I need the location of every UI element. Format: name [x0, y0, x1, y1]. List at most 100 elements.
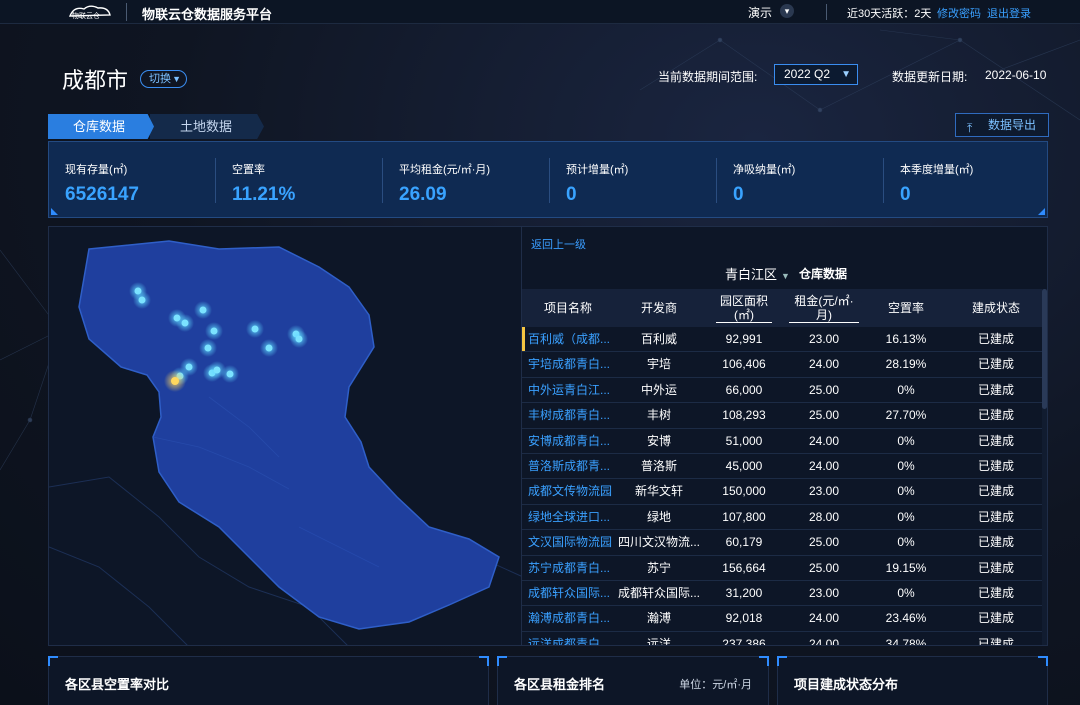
map-pin-icon[interactable]	[260, 339, 278, 357]
corner-decoration	[51, 208, 58, 215]
table-row[interactable]: 宇培成都青白... 宇培 106,406 24.00 28.19% 已建成	[522, 352, 1044, 378]
chevron-down-icon: ▼	[172, 74, 181, 84]
col-project-name[interactable]: 项目名称	[522, 289, 614, 327]
map-pin-icon[interactable]	[199, 339, 217, 357]
cell-build-status: 已建成	[977, 332, 1014, 346]
card-unit: 单位：元/㎡·月	[679, 679, 752, 691]
district-select[interactable]: 青白江区 ▼	[725, 264, 790, 283]
cell-project-name[interactable]: 绿地全球进口...	[522, 505, 614, 530]
update-date-label: 数据更新日期:	[892, 70, 968, 84]
cell-build-status: 已建成	[977, 433, 1014, 448]
col-vacancy[interactable]: 空置率	[864, 289, 948, 327]
logo[interactable]: 物联云仓	[66, 3, 114, 21]
col-developer[interactable]: 开发商	[614, 289, 704, 327]
cell-project-name[interactable]: 丰树成都青白...	[522, 403, 614, 428]
divider	[826, 4, 827, 20]
change-password-link[interactable]: 修改密码	[937, 5, 981, 21]
cell-build-status: 已建成	[977, 585, 1014, 600]
table-row[interactable]: 百利威（成都... 百利威 92,991 23.00 16.13% 已建成	[522, 327, 1044, 353]
cell-park-area: 51,000	[725, 433, 763, 448]
table-row[interactable]: 中外运青白江... 中外运 66,000 25.00 0% 已建成	[522, 377, 1044, 404]
city-title: 成都市	[62, 68, 129, 93]
map-pin-icon[interactable]	[194, 301, 212, 319]
col-park-area[interactable]: 园区面积(㎡)	[704, 289, 784, 327]
cell-developer: 四川文汉物流...	[617, 535, 700, 550]
map-pin-icon[interactable]	[290, 330, 308, 348]
col-rent[interactable]: 租金(元/㎡·月)	[784, 289, 864, 327]
cell-build-status: 已建成	[977, 408, 1014, 423]
cell-park-area: 150,000	[722, 484, 766, 499]
period-label: 当前数据期间范围:	[658, 70, 758, 84]
update-date-value: 2022-06-10	[985, 68, 1047, 82]
table-row[interactable]: 苏宁成都青白... 苏宁 156,664 25.00 19.15% 已建成	[522, 555, 1044, 581]
cell-project-name[interactable]: 苏宁成都青白...	[522, 556, 614, 581]
map-pin-icon[interactable]	[221, 365, 239, 383]
card-build-status: 项目建成状态分布	[777, 656, 1048, 705]
cell-build-status: 已建成	[977, 484, 1014, 499]
district-map[interactable]	[48, 226, 522, 646]
table-row[interactable]: 安博成都青白... 安博 51,000 24.00 0% 已建成	[522, 428, 1044, 454]
map-pin-icon[interactable]	[176, 314, 194, 332]
cell-developer: 安博	[646, 433, 671, 448]
cell-project-name[interactable]: 成都轩众国际...	[522, 581, 614, 606]
cell-park-area: 60,179	[725, 535, 763, 550]
cell-project-name[interactable]: 成都文传物流园	[522, 479, 614, 504]
card-rent-ranking: 各区县租金排名 单位：元/㎡·月	[497, 656, 769, 705]
kpi-quarter-increment: 本季度增量(㎡) 0	[884, 142, 1051, 217]
period-select[interactable]: 2022 Q2 ▼	[774, 64, 858, 85]
chevron-down-icon: ▼	[841, 69, 851, 80]
cell-vacancy: 16.13%	[885, 332, 927, 346]
map-pin-icon[interactable]	[246, 320, 264, 338]
cell-developer: 绿地	[646, 509, 671, 524]
scrollbar[interactable]	[1042, 289, 1047, 645]
table-row[interactable]: 远洋成都青白... 远洋 237,386 24.00 34.78% 已建成	[522, 631, 1044, 645]
table-header: 项目名称 开发商 园区面积(㎡) 租金(元/㎡·月) 空置率 建成状态	[522, 289, 1044, 327]
corner-decoration	[1038, 208, 1045, 215]
card-vacancy-comparison: 各区县空置率对比	[48, 656, 489, 705]
scrollbar-thumb[interactable]	[1042, 289, 1047, 409]
demo-account-label[interactable]: 演示	[748, 4, 772, 21]
cell-project-name[interactable]: 百利威（成都...	[522, 327, 614, 352]
selected-map-pin-icon[interactable]	[164, 370, 186, 392]
table-row[interactable]: 普洛斯成都青... 普洛斯 45,000 24.00 0% 已建成	[522, 453, 1044, 480]
cell-rent: 24.00	[808, 458, 840, 473]
kpi-label: 空置率	[232, 164, 265, 176]
cell-project-name[interactable]: 文汉国际物流园	[522, 530, 614, 555]
cell-build-status: 已建成	[977, 509, 1014, 524]
tab-warehouse-data[interactable]: 仓库数据	[48, 114, 154, 139]
cell-park-area: 31,200	[725, 585, 763, 600]
col-build-status[interactable]: 建成状态	[948, 289, 1044, 327]
table-body: 百利威（成都... 百利威 92,991 23.00 16.13% 已建成 宇培成都青白..…	[522, 327, 1044, 645]
cell-project-name[interactable]: 远洋成都青白...	[522, 632, 614, 645]
table-row[interactable]: 瀚溥成都青白... 瀚溥 92,018 24.00 23.46% 已建成	[522, 606, 1044, 632]
cell-rent: 24.00	[808, 357, 840, 372]
cell-project-name[interactable]: 瀚溥成都青白...	[522, 606, 614, 631]
chevron-down-icon[interactable]: ▾	[780, 4, 794, 18]
cell-developer: 中外运	[640, 382, 677, 397]
table-row[interactable]: 成都轩众国际... 成都轩众国际... 31,200 23.00 0% 已建成	[522, 580, 1044, 607]
table-row[interactable]: 丰树成都青白... 丰树 108,293 25.00 27.70% 已建成	[522, 403, 1044, 429]
cell-project-name[interactable]: 宇培成都青白...	[522, 352, 614, 377]
cell-vacancy: 23.46%	[885, 611, 927, 626]
table-row[interactable]: 绿地全球进口... 绿地 107,800 28.00 0% 已建成	[522, 504, 1044, 531]
cell-project-name[interactable]: 安博成都青白...	[522, 429, 614, 454]
map-pin-icon[interactable]	[133, 291, 151, 309]
cell-project-name[interactable]: 中外运青白江...	[522, 378, 614, 403]
logout-link[interactable]: 退出登录	[987, 5, 1031, 21]
col-rent-label: 租金(元/㎡·月)	[789, 294, 859, 323]
cell-rent: 24.00	[808, 433, 840, 448]
map-pin-icon[interactable]	[205, 322, 223, 340]
back-link[interactable]: 返回上一级	[531, 236, 586, 252]
switch-label: 切换	[149, 73, 171, 85]
cell-developer: 苏宁	[646, 560, 671, 575]
cell-vacancy: 0%	[897, 585, 915, 600]
cell-rent: 23.00	[808, 332, 840, 346]
tab-land-data[interactable]: 土地数据	[150, 114, 264, 139]
export-data-button[interactable]: ⤒ 数据导出	[955, 113, 1049, 137]
city-switch-button[interactable]: 切换 ▼	[140, 70, 187, 88]
table-row[interactable]: 文汉国际物流园 四川文汉物流... 60,179 25.00 0% 已建成	[522, 530, 1044, 556]
table-row[interactable]: 成都文传物流园 新华文轩 150,000 23.00 0% 已建成	[522, 479, 1044, 505]
cell-project-name[interactable]: 普洛斯成都青...	[522, 454, 614, 479]
svg-text:物联云仓: 物联云仓	[72, 11, 100, 20]
cell-build-status: 已建成	[977, 535, 1014, 550]
